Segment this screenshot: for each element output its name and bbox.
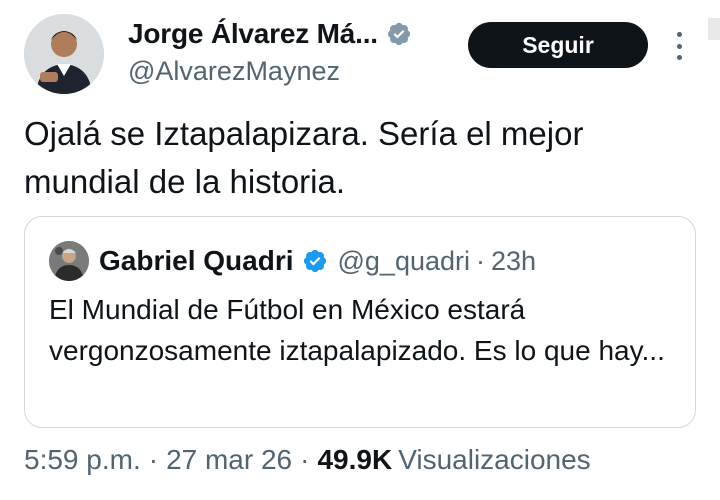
tweet-date[interactable]: 27 mar 26 [166, 444, 292, 476]
more-dot [676, 55, 682, 60]
more-options-icon[interactable] [668, 28, 690, 64]
tweet-text: Ojalá se Iztapalapizara. Sería el mejor … [24, 115, 584, 200]
quoted-handle[interactable]: @g_quadri [338, 246, 471, 277]
verified-badge-icon[interactable] [302, 248, 328, 274]
separator-dot: · [148, 444, 159, 475]
author-handle[interactable]: @AlvarezMaynez [128, 56, 412, 87]
quoted-timestamp[interactable]: 23h [491, 246, 536, 277]
tweet-meta: 5:59 p.m. · 27 mar 26 · 49.9K Visualizac… [24, 444, 591, 476]
author-avatar-image [24, 14, 104, 94]
author-name-row: Jorge Álvarez Má... [128, 16, 412, 52]
tweet-header: Jorge Álvarez Má... @AlvarezMaynez Segui… [0, 0, 720, 100]
scrollbar[interactable] [708, 18, 720, 40]
views-label: Visualizaciones [398, 444, 591, 475]
more-dot [676, 43, 682, 49]
separator-dot: · [476, 245, 485, 276]
tweet-time[interactable]: 5:59 p.m. [24, 444, 141, 476]
verified-badge-icon[interactable] [386, 21, 412, 47]
quoted-tweet[interactable]: Gabriel Quadri @g_quadri · 23h El Mundia… [24, 216, 696, 428]
author-avatar[interactable] [24, 14, 104, 94]
quoted-tweet-text: El Mundial de Fútbol en México estará ve… [49, 294, 665, 366]
separator-dot: · [300, 444, 310, 475]
quoted-display-name[interactable]: Gabriel Quadri [99, 245, 294, 277]
author-display-name[interactable]: Jorge Álvarez Má... [128, 18, 378, 50]
views-count: 49.9K [317, 444, 393, 475]
quoted-author-avatar-image [49, 241, 89, 281]
follow-button[interactable]: Seguir [468, 22, 648, 68]
author-info: Jorge Álvarez Má... @AlvarezMaynez [128, 16, 412, 87]
more-dot [676, 32, 682, 37]
quoted-author-avatar[interactable] [49, 241, 89, 281]
quoted-tweet-header: Gabriel Quadri @g_quadri · 23h [49, 241, 536, 281]
